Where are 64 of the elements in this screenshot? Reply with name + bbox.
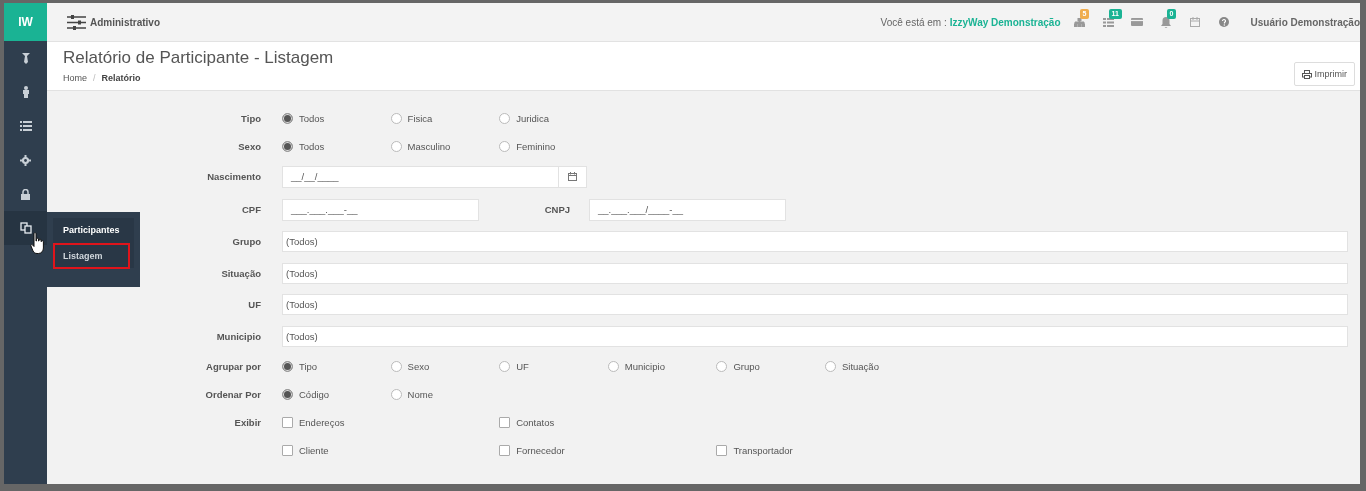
user-menu[interactable]: Usuário Demonstração bbox=[1250, 16, 1360, 28]
date-field[interactable]: __/__/____ bbox=[282, 165, 587, 188]
breadcrumb-separator: / bbox=[93, 73, 96, 83]
field-label: Municipio bbox=[216, 330, 261, 342]
card-icon bbox=[1131, 18, 1143, 26]
module-title: Administrativo bbox=[90, 16, 160, 28]
radio-option[interactable]: Grupo bbox=[716, 360, 825, 372]
grid-icon bbox=[1102, 17, 1114, 27]
print-button[interactable]: Imprimir bbox=[1293, 62, 1355, 86]
checkbox-option[interactable]: Endereços bbox=[282, 416, 500, 428]
select-field[interactable]: (Todos) bbox=[282, 231, 1348, 253]
radio-option[interactable]: Feminino bbox=[499, 140, 608, 152]
calendar-icon bbox=[1190, 17, 1200, 27]
radio-option[interactable]: Todos bbox=[282, 112, 391, 124]
field-label: Sexo bbox=[238, 140, 261, 152]
printer-icon bbox=[1301, 69, 1312, 79]
field-label: Ordenar Por bbox=[205, 388, 261, 400]
field-label: Grupo bbox=[232, 236, 261, 248]
field-label: Tipo bbox=[241, 112, 261, 124]
field-label: Exibir bbox=[234, 416, 261, 428]
input-field[interactable]: __.___.___/____-__ bbox=[589, 198, 786, 221]
radio-option[interactable]: Tipo bbox=[282, 360, 391, 372]
radio-option[interactable]: Situação bbox=[824, 360, 934, 372]
lock-icon bbox=[21, 188, 30, 200]
radio-option[interactable]: Juridica bbox=[499, 112, 608, 124]
menu-item[interactable]: Listagem bbox=[53, 243, 130, 269]
field-label: CPF bbox=[242, 204, 261, 215]
radio-option[interactable]: Nome bbox=[390, 388, 500, 400]
field-label: Nascimento bbox=[207, 171, 261, 182]
radio-option[interactable]: UF bbox=[499, 360, 608, 372]
location-label: Você está em : bbox=[880, 16, 947, 28]
sliders-icon bbox=[67, 14, 86, 30]
checkbox-option[interactable]: Fornecedor bbox=[499, 444, 717, 456]
field-label: Agrupar por bbox=[206, 360, 261, 372]
radio-option[interactable]: Masculino bbox=[390, 140, 500, 152]
sidebar-item[interactable] bbox=[4, 211, 47, 245]
field-label: Situação bbox=[221, 267, 261, 279]
select-field[interactable]: (Todos) bbox=[282, 262, 1348, 284]
radio-option[interactable]: Todos bbox=[282, 140, 391, 152]
menu-heading: Participantes bbox=[62, 224, 121, 236]
radio-option[interactable]: Municipio bbox=[607, 360, 717, 372]
checkbox-option[interactable]: Cliente bbox=[282, 444, 500, 456]
bell-icon bbox=[1161, 16, 1171, 28]
help-icon bbox=[1219, 17, 1229, 27]
breadcrumb-link[interactable]: Relatório bbox=[101, 73, 141, 83]
radio-option[interactable]: Sexo bbox=[390, 360, 500, 372]
select-field[interactable]: (Todos) bbox=[282, 325, 1348, 347]
field-label: UF bbox=[248, 299, 261, 311]
page-title: Relatório de Participante - Listagem bbox=[63, 48, 334, 68]
radio-option[interactable]: Fisica bbox=[390, 112, 500, 124]
tie-icon bbox=[21, 52, 30, 64]
checkbox-option[interactable]: Transportador bbox=[716, 444, 934, 456]
field-label: CNPJ bbox=[543, 204, 571, 215]
input-field[interactable]: ___.___.___-__ bbox=[282, 198, 479, 221]
copy-icon bbox=[19, 222, 32, 234]
calendar-icon bbox=[568, 172, 577, 181]
list-icon bbox=[19, 121, 32, 131]
person-icon bbox=[21, 86, 30, 98]
checkbox-option[interactable]: Contatos bbox=[499, 416, 717, 428]
radio-option[interactable]: Código bbox=[282, 388, 391, 400]
hand-cursor-icon bbox=[30, 232, 45, 254]
select-field[interactable]: (Todos) bbox=[282, 294, 1348, 316]
sitemap-icon bbox=[1073, 17, 1085, 27]
breadcrumb-link[interactable]: Home bbox=[63, 73, 87, 83]
